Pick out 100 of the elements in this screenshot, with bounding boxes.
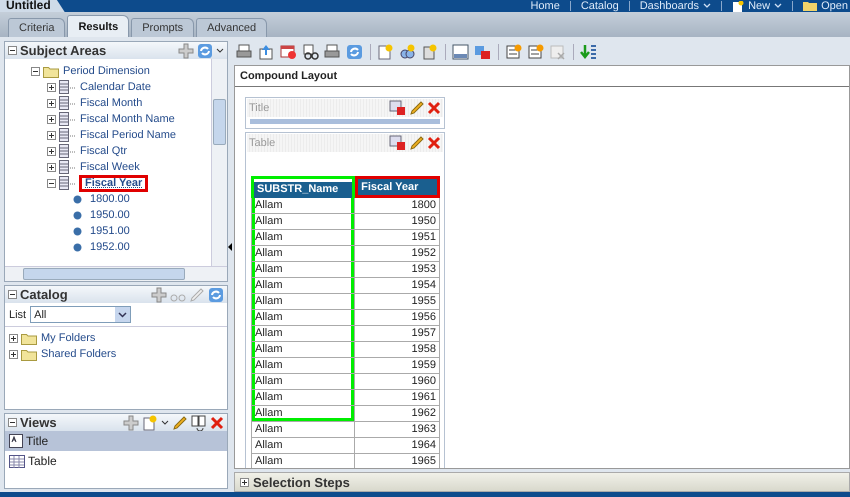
new-section-icon[interactable] — [505, 44, 523, 60]
table-cell: 1954 — [355, 278, 440, 294]
delete-icon[interactable] — [427, 136, 441, 150]
vertical-scrollbar[interactable] — [211, 59, 227, 266]
expand-icon[interactable] — [47, 82, 56, 92]
table-cell: 1952 — [355, 246, 440, 262]
collapse-icon[interactable] — [8, 418, 17, 427]
tab[interactable]: Prompts — [131, 18, 194, 37]
add-icon[interactable] — [151, 286, 167, 302]
tree-item[interactable]: Fiscal Qtr — [79, 145, 128, 157]
tree-item[interactable]: Shared Folders — [40, 348, 118, 360]
table-cell: Allam — [251, 278, 356, 294]
folder-icon — [21, 348, 37, 360]
print-icon[interactable] — [236, 44, 254, 60]
expand-icon[interactable] — [47, 146, 56, 156]
tree-item[interactable]: Fiscal Month — [79, 97, 144, 109]
expand-icon[interactable] — [47, 98, 56, 108]
import-icon[interactable] — [474, 44, 492, 60]
table-cell: 1961 — [355, 390, 440, 406]
expand-icon[interactable] — [9, 334, 18, 342]
caret-icon[interactable] — [216, 48, 224, 54]
add-calc-icon[interactable] — [421, 44, 439, 60]
table-cell: 1800 — [355, 198, 440, 214]
collapse-icon[interactable] — [8, 290, 17, 299]
table-cell: 1957 — [355, 326, 440, 342]
table-cell: Allam — [251, 326, 356, 342]
tree-item[interactable]: Fiscal Period Name — [79, 129, 177, 141]
nav-link[interactable]: Open — [821, 1, 848, 11]
expand-icon[interactable] — [9, 350, 18, 358]
delete-icon[interactable] — [210, 416, 224, 430]
tree-item[interactable]: 1952.00 — [89, 241, 131, 253]
sort-icon[interactable] — [580, 44, 598, 60]
tree-item[interactable]: My Folders — [40, 332, 96, 344]
expand-icon[interactable] — [240, 478, 249, 486]
schedule-icon[interactable] — [280, 44, 298, 60]
table-cell: 1962 — [355, 406, 440, 422]
table-cell: Allam — [251, 230, 356, 246]
table-cell: Allam — [251, 342, 356, 358]
tab[interactable]: Advanced — [196, 18, 268, 37]
table-cell: 1963 — [355, 422, 440, 438]
column-icon — [59, 176, 76, 190]
delete-icon[interactable] — [427, 101, 441, 115]
list-dropdown[interactable]: All — [30, 306, 132, 323]
new-view-icon[interactable] — [142, 414, 158, 430]
layout-title: Compound Layout — [235, 66, 849, 87]
table-cell: Allam — [251, 374, 356, 390]
collapse-icon[interactable] — [47, 178, 56, 188]
tree-item[interactable]: Calendar Date — [79, 81, 152, 93]
tree-item[interactable]: Fiscal Year — [79, 174, 148, 192]
value-dot-icon — [73, 194, 82, 204]
column-icon — [59, 112, 76, 126]
table-cell: 1956 — [355, 310, 440, 326]
nav-link[interactable]: New — [748, 1, 782, 11]
table-cell: 1965 — [355, 454, 440, 468]
expand-icon[interactable] — [47, 114, 56, 124]
column-icon — [59, 144, 76, 158]
value-dot-icon — [73, 210, 82, 220]
caret-icon[interactable] — [118, 312, 128, 318]
tab[interactable]: Criteria — [8, 18, 66, 37]
refresh-icon[interactable] — [208, 286, 224, 302]
selection-steps-bar[interactable]: Selection Steps — [234, 472, 850, 492]
expand-icon[interactable] — [47, 130, 56, 140]
tab[interactable]: Results — [67, 15, 130, 37]
table-cell: 1951 — [355, 230, 440, 246]
view-item[interactable]: Title — [5, 431, 227, 451]
table-cell: Allam — [251, 454, 356, 468]
collapse-icon[interactable] — [8, 46, 17, 55]
format-icon[interactable] — [389, 135, 407, 151]
tree-item[interactable]: Period Dimension — [62, 65, 151, 77]
printer-icon[interactable] — [324, 44, 342, 60]
collapse-arrow-icon[interactable] — [228, 242, 232, 250]
add-icon[interactable] — [178, 42, 194, 58]
add-icon[interactable] — [123, 414, 139, 430]
title-view-icon — [9, 434, 23, 448]
expand-icon[interactable] — [47, 162, 56, 172]
tree-item[interactable]: 1800.00 — [89, 193, 131, 205]
column-header[interactable]: SUBSTR_Name — [251, 176, 356, 198]
panel-title: Views — [20, 415, 57, 430]
nav-link[interactable]: Dashboards — [640, 1, 712, 11]
section-icon[interactable] — [527, 44, 545, 60]
add-group-icon[interactable] — [399, 44, 417, 60]
folder-icon — [21, 332, 37, 344]
collapse-icon[interactable] — [31, 66, 40, 76]
duplicate-icon[interactable] — [191, 414, 207, 430]
nav-link[interactable]: Catalog — [580, 1, 619, 11]
pencil-icon[interactable] — [409, 135, 425, 151]
column-header[interactable]: Fiscal Year — [355, 176, 440, 198]
tree-item[interactable]: 1951.00 — [89, 225, 131, 237]
tree-item[interactable]: 1950.00 — [89, 209, 131, 221]
new-view-icon[interactable] — [377, 44, 395, 60]
pencil-icon[interactable] — [409, 100, 425, 116]
nav-link[interactable]: Home — [530, 1, 560, 11]
horizontal-scrollbar[interactable] — [5, 266, 227, 281]
caret-icon[interactable] — [161, 420, 169, 426]
view-item[interactable]: Table — [5, 451, 227, 471]
tree-item[interactable]: Fiscal Month Name — [79, 113, 176, 125]
preview-icon[interactable] — [302, 44, 320, 60]
column-icon — [59, 96, 76, 110]
format-icon[interactable] — [389, 100, 407, 116]
tree-item[interactable]: Fiscal Week — [79, 161, 141, 173]
